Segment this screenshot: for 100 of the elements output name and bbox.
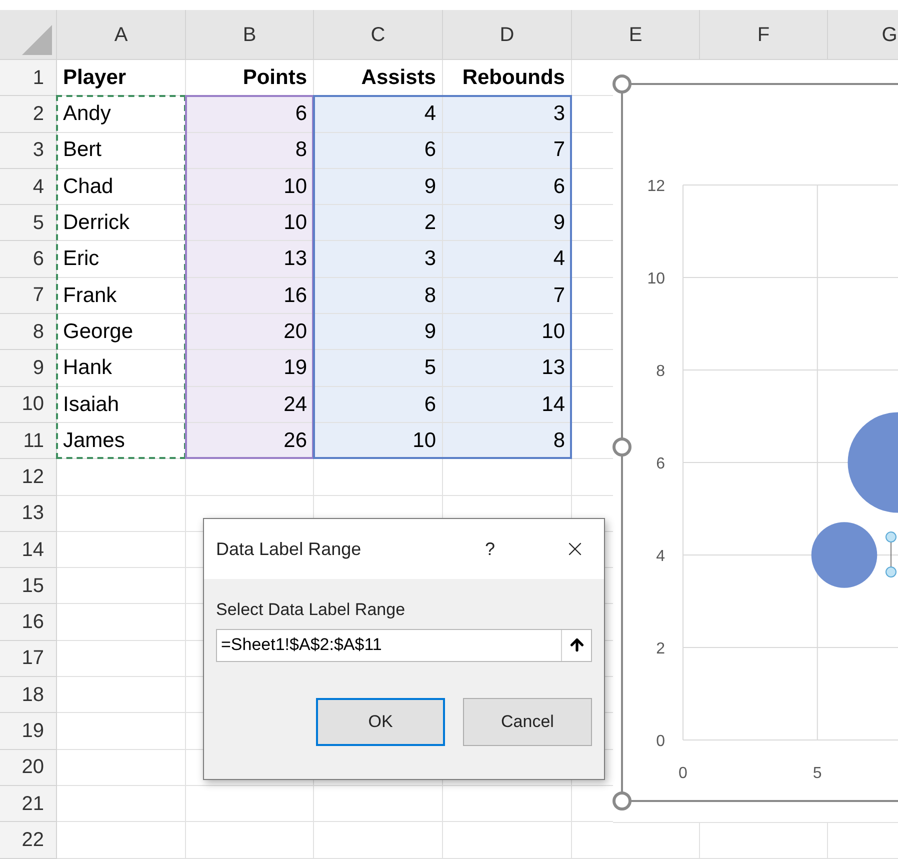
- row-number[interactable]: 7: [0, 278, 57, 314]
- row-number[interactable]: 22: [0, 822, 57, 859]
- grid-cell[interactable]: Hank: [57, 350, 186, 387]
- grid-cell[interactable]: 8: [443, 422, 572, 460]
- grid-cell[interactable]: [314, 786, 443, 822]
- row-number[interactable]: 11: [0, 422, 57, 460]
- grid-cell[interactable]: 24: [186, 386, 314, 423]
- grid-cell[interactable]: 10: [314, 422, 443, 460]
- grid-cell[interactable]: 9: [314, 168, 443, 206]
- row-number[interactable]: 14: [0, 532, 57, 568]
- resize-handle[interactable]: [612, 792, 632, 810]
- grid-cell[interactable]: 8: [186, 132, 314, 169]
- grid-cell[interactable]: Points: [186, 60, 314, 96]
- grid-cell[interactable]: 6: [314, 132, 443, 169]
- row-number[interactable]: 20: [0, 750, 57, 786]
- dialog-button[interactable]: Cancel: [463, 698, 592, 746]
- grid-cell[interactable]: George: [57, 314, 186, 350]
- row-number[interactable]: 19: [0, 713, 57, 750]
- grid-cell[interactable]: [57, 822, 186, 859]
- grid-cell[interactable]: [57, 640, 186, 678]
- grid-cell[interactable]: 10: [186, 168, 314, 206]
- grid-cell[interactable]: [57, 713, 186, 750]
- row-number[interactable]: 8: [0, 314, 57, 350]
- grid-cell[interactable]: 3: [314, 241, 443, 278]
- grid-cell[interactable]: 10: [443, 314, 572, 350]
- grid-cell[interactable]: [57, 568, 186, 604]
- grid-cell[interactable]: 3: [443, 96, 572, 133]
- grid-cell[interactable]: Chad: [57, 168, 186, 206]
- row-number[interactable]: 12: [0, 459, 57, 496]
- column-header[interactable]: E: [572, 10, 700, 60]
- grid-cell[interactable]: [314, 822, 443, 859]
- grid-cell[interactable]: [57, 604, 186, 641]
- grid-cell[interactable]: 6: [186, 96, 314, 133]
- grid-cell[interactable]: [186, 822, 314, 859]
- grid-cell[interactable]: 19: [186, 350, 314, 387]
- column-header[interactable]: B: [186, 10, 314, 60]
- row-number[interactable]: 13: [0, 496, 57, 532]
- grid-cell[interactable]: Assists: [314, 60, 443, 96]
- grid-cell[interactable]: Derrick: [57, 205, 186, 242]
- grid-cell[interactable]: [443, 786, 572, 822]
- grid-cell[interactable]: 20: [186, 314, 314, 350]
- select-all-corner[interactable]: [0, 10, 57, 60]
- grid-cell[interactable]: Eric: [57, 241, 186, 278]
- grid-cell[interactable]: 9: [443, 205, 572, 242]
- grid-cell[interactable]: [57, 459, 186, 496]
- grid-cell[interactable]: Bert: [57, 132, 186, 169]
- grid-cell[interactable]: James: [57, 422, 186, 460]
- grid-cell[interactable]: [186, 459, 314, 496]
- grid-cell[interactable]: Rebounds: [443, 60, 572, 96]
- grid-cell[interactable]: 5: [314, 350, 443, 387]
- row-number[interactable]: 6: [0, 241, 57, 278]
- grid-cell[interactable]: Isaiah: [57, 386, 186, 423]
- row-number[interactable]: 16: [0, 604, 57, 641]
- grid-cell[interactable]: [57, 496, 186, 532]
- grid-cell[interactable]: 14: [443, 386, 572, 423]
- grid-cell[interactable]: 13: [443, 350, 572, 387]
- column-header[interactable]: C: [314, 10, 443, 60]
- row-number[interactable]: 5: [0, 205, 57, 242]
- grid-cell[interactable]: 26: [186, 422, 314, 460]
- resize-handle[interactable]: [612, 74, 632, 94]
- row-number[interactable]: 10: [0, 386, 57, 423]
- grid-cell[interactable]: Frank: [57, 278, 186, 314]
- grid-cell[interactable]: 4: [443, 241, 572, 278]
- grid-cell[interactable]: [57, 750, 186, 786]
- column-header[interactable]: A: [57, 10, 186, 60]
- grid-cell[interactable]: 2: [314, 205, 443, 242]
- grid-cell[interactable]: [186, 786, 314, 822]
- row-number[interactable]: 1: [0, 60, 57, 96]
- grid-cell[interactable]: Andy: [57, 96, 186, 133]
- row-number[interactable]: 21: [0, 786, 57, 822]
- grid-cell[interactable]: 6: [314, 386, 443, 423]
- column-header[interactable]: G: [828, 10, 898, 60]
- grid-cell[interactable]: 16: [186, 278, 314, 314]
- grid-cell[interactable]: Player: [57, 60, 186, 96]
- label-selection-handles[interactable]: [886, 532, 896, 578]
- grid-cell[interactable]: 13: [186, 241, 314, 278]
- grid-cell[interactable]: [443, 459, 572, 496]
- row-number[interactable]: 9: [0, 350, 57, 387]
- range-input-field[interactable]: =Sheet1!$A$2:$A$11: [216, 628, 592, 662]
- grid-cell[interactable]: 7: [443, 278, 572, 314]
- help-button[interactable]: ?: [478, 536, 502, 562]
- grid-cell[interactable]: 6: [443, 168, 572, 206]
- column-header[interactable]: D: [443, 10, 572, 60]
- grid-cell[interactable]: 7: [443, 132, 572, 169]
- grid-cell[interactable]: [57, 532, 186, 568]
- grid-cell[interactable]: [443, 822, 572, 859]
- grid-cell[interactable]: [613, 822, 898, 859]
- grid-cell[interactable]: 9: [314, 314, 443, 350]
- row-number[interactable]: 4: [0, 168, 57, 206]
- grid-cell[interactable]: 10: [186, 205, 314, 242]
- column-header[interactable]: F: [700, 10, 828, 60]
- dialog-button[interactable]: OK: [316, 698, 445, 746]
- grid-cell[interactable]: [57, 786, 186, 822]
- row-number[interactable]: 2: [0, 96, 57, 133]
- row-number[interactable]: 3: [0, 132, 57, 169]
- grid-cell[interactable]: [57, 677, 186, 714]
- row-number[interactable]: 18: [0, 677, 57, 714]
- grid-cell[interactable]: 4: [314, 96, 443, 133]
- row-number[interactable]: 17: [0, 640, 57, 678]
- grid-cell[interactable]: [314, 459, 443, 496]
